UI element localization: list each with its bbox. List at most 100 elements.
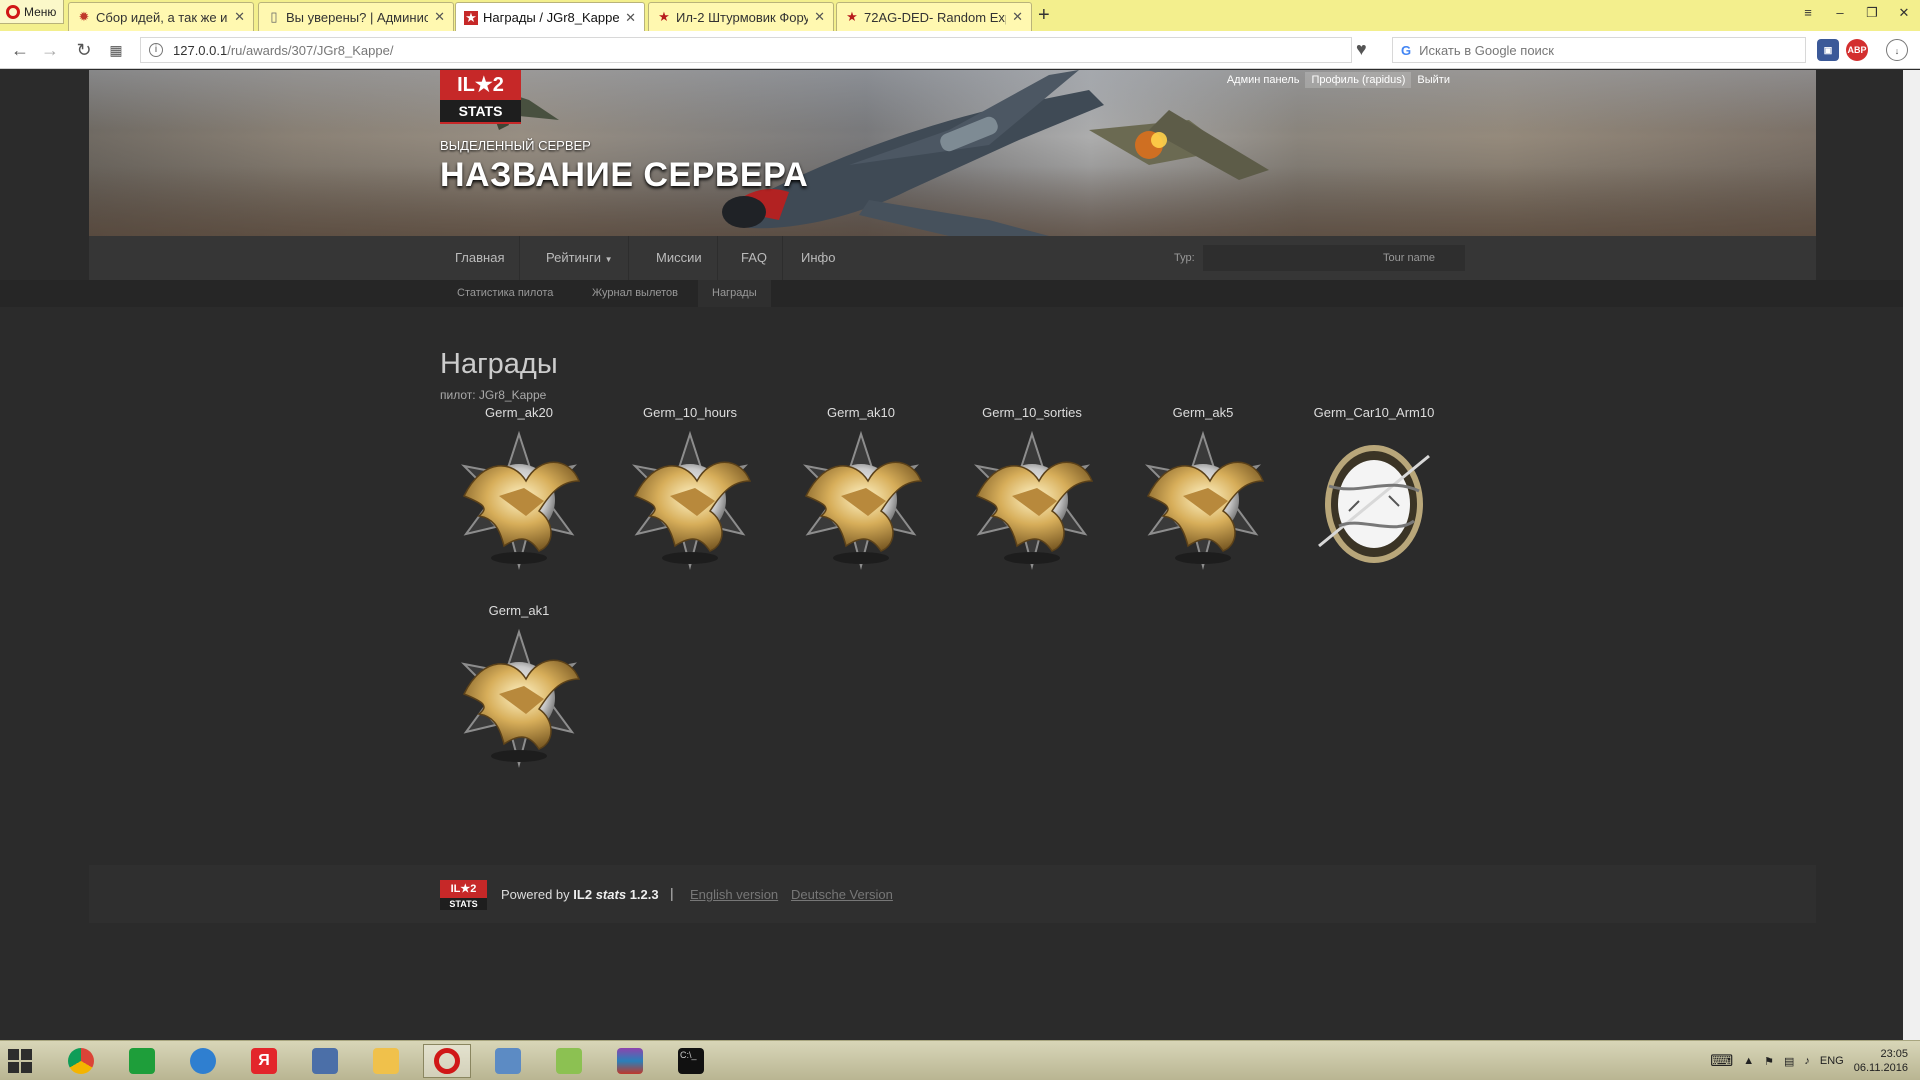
powered-stats: stats <box>595 887 627 902</box>
enemy-plane-icon <box>1089 110 1269 180</box>
close-icon[interactable]: ✕ <box>625 10 636 26</box>
star-icon: ★ <box>464 9 478 25</box>
browser-tab[interactable]: ▯ Вы уверены? | Администр ✕ <box>258 2 454 31</box>
star-icon: ★ <box>658 9 670 24</box>
award-item[interactable]: Germ_10_hours <box>605 404 775 576</box>
media-player-icon[interactable] <box>179 1044 227 1078</box>
keyboard-icon[interactable]: ⌨ <box>1710 1051 1733 1071</box>
back-icon[interactable]: ← <box>8 38 32 62</box>
adblock-icon[interactable]: ABP <box>1846 39 1868 61</box>
download-icon[interactable]: ↓ <box>1886 39 1908 61</box>
maximize-icon[interactable]: ❐ <box>1856 0 1888 26</box>
windows-start-icon[interactable] <box>8 1049 32 1073</box>
eagle-medal-icon <box>1128 426 1278 576</box>
browser-tab[interactable]: ★ Ил-2 Штурмовик Форум ✕ <box>648 2 834 31</box>
page-scrollbar[interactable] <box>1903 70 1920 1040</box>
tour-select[interactable]: Tour name <box>1203 245 1465 271</box>
award-name: Germ_ak20 <box>485 405 553 420</box>
minimize-icon[interactable]: – <box>1824 0 1856 26</box>
volume-icon[interactable]: ♪ <box>1804 1055 1810 1067</box>
clock[interactable]: 23:05 06.11.2016 <box>1854 1047 1908 1075</box>
forward-icon[interactable]: → <box>38 38 62 62</box>
info-icon[interactable]: i <box>149 43 163 57</box>
award-item[interactable]: Germ_ak20 <box>434 404 604 576</box>
tab-title: Сбор идей, а так же их оп <box>96 9 228 25</box>
tab-menu-icon[interactable]: ≡ <box>1792 0 1824 26</box>
footer-logo[interactable]: IL★2 STATS <box>440 880 487 910</box>
user-links: Админ панель Профиль (rapidus) Выйти <box>1221 72 1456 88</box>
award-item[interactable]: Germ_ak10 <box>776 404 946 576</box>
powered-name: IL2 <box>573 887 593 902</box>
flag-icon[interactable]: ⚑ <box>1764 1055 1774 1068</box>
admin-panel-link[interactable]: Админ панель <box>1221 72 1306 88</box>
nav-faq[interactable]: FAQ <box>726 236 784 280</box>
close-icon[interactable]: ✕ <box>234 9 245 25</box>
browser-tab-active[interactable]: ★ Награды / JGr8_Kappe / Н ✕ <box>455 2 645 32</box>
fighter-plane-icon <box>722 70 1104 236</box>
speed-dial-icon[interactable]: ▦ <box>104 38 128 62</box>
editor-app-icon[interactable] <box>301 1044 349 1078</box>
award-item[interactable]: Germ_Car10_Arm10 <box>1289 404 1459 576</box>
system-tray: ⌨ ▲ ⚑ ▤ ♪ ENG 23:05 06.11.2016 <box>1710 1041 1920 1080</box>
notepad-plus-icon[interactable] <box>545 1044 593 1078</box>
logo-line1: IL★2 <box>457 74 504 96</box>
control-panel-icon[interactable] <box>484 1044 532 1078</box>
google-icon: G <box>1401 42 1412 58</box>
file-explorer-icon[interactable] <box>362 1044 410 1078</box>
nav-missions[interactable]: Миссии <box>641 236 718 280</box>
browser-tab-strip: Меню ✹ Сбор идей, а так же их оп ✕ ▯ Вы … <box>0 0 1920 32</box>
bookmark-heart-icon[interactable]: ♥ <box>1356 39 1367 60</box>
nav-ratings[interactable]: Рейтинги ▼ <box>531 236 629 280</box>
opera-menu-button[interactable]: Меню <box>0 0 64 24</box>
award-item[interactable]: Germ_ak1 <box>434 602 604 774</box>
command-prompt-icon[interactable]: C:\_ <box>667 1044 715 1078</box>
server-subtitle: ВЫДЕЛЕННЫЙ СЕРВЕР <box>440 138 591 153</box>
site-page: Админ панель Профиль (rapidus) Выйти IL★… <box>0 70 1920 1040</box>
yandex-browser-icon[interactable]: Я <box>240 1044 288 1078</box>
new-tab-button[interactable]: + <box>1038 4 1050 27</box>
award-item[interactable]: Germ_ak5 <box>1118 404 1288 576</box>
bug-icon: ✹ <box>78 9 90 24</box>
profile-link[interactable]: Профиль (rapidus) <box>1305 72 1412 88</box>
tab-awards[interactable]: Награды <box>698 280 771 307</box>
german-version-link[interactable]: Deutsche Version <box>791 887 893 902</box>
tab-title: 72AG-DED- Random Expe <box>864 9 1007 25</box>
store-icon[interactable] <box>118 1044 166 1078</box>
il2-stats-logo[interactable]: IL★2 STATS <box>440 70 521 124</box>
reload-icon[interactable]: ↻ <box>72 38 96 62</box>
aircraft-artwork <box>459 70 1269 236</box>
browser-tab[interactable]: ✹ Сбор идей, а так же их оп ✕ <box>68 2 254 31</box>
opera-taskbar-icon[interactable] <box>423 1044 471 1078</box>
english-version-link[interactable]: English version <box>690 887 778 902</box>
close-window-icon[interactable]: ✕ <box>1888 0 1920 26</box>
eagle-medal-icon <box>444 624 594 774</box>
tray-arrow-icon[interactable]: ▲ <box>1743 1055 1754 1067</box>
award-name: Germ_10_hours <box>643 405 737 420</box>
network-icon[interactable]: ▤ <box>1784 1055 1794 1068</box>
url-host: 127.0.0.1 <box>173 42 228 58</box>
chrome-icon[interactable] <box>57 1044 105 1078</box>
nav-home[interactable]: Главная <box>440 236 521 280</box>
window-controls: ≡ – ❐ ✕ <box>1792 0 1920 26</box>
nav-info[interactable]: Инфо <box>786 236 850 280</box>
clock-date: 06.11.2016 <box>1853 1062 1908 1074</box>
close-icon[interactable]: ✕ <box>1012 9 1023 25</box>
close-icon[interactable]: ✕ <box>814 9 825 25</box>
award-name: Germ_Car10_Arm10 <box>1313 405 1435 420</box>
logout-link[interactable]: Выйти <box>1411 72 1456 88</box>
award-item[interactable]: Germ_10_sorties <box>947 404 1117 576</box>
search-input[interactable]: G Искать в Google поиск <box>1392 37 1806 63</box>
address-bar[interactable]: i 127.0.0.1/ru/awards/307/JGr8_Kappe/ <box>140 37 1352 63</box>
header-banner: Админ панель Профиль (rapidus) Выйти IL★… <box>89 70 1816 236</box>
tab-pilot-stats[interactable]: Статистика пилота <box>443 280 567 307</box>
star-icon: ★ <box>846 9 858 24</box>
pilot-subnav: Статистика пилота Журнал вылетов Награды <box>0 280 1920 307</box>
winrar-icon[interactable] <box>606 1044 654 1078</box>
caret-down-icon: ▼ <box>604 255 613 264</box>
tab-sorties-log[interactable]: Журнал вылетов <box>578 280 692 307</box>
close-icon[interactable]: ✕ <box>434 9 445 25</box>
eagle-medal-icon <box>957 426 1107 576</box>
extension-icon[interactable]: ▣ <box>1817 39 1839 61</box>
language-indicator[interactable]: ENG <box>1820 1055 1844 1067</box>
browser-tab[interactable]: ★ 72AG-DED- Random Expe ✕ <box>836 2 1032 31</box>
